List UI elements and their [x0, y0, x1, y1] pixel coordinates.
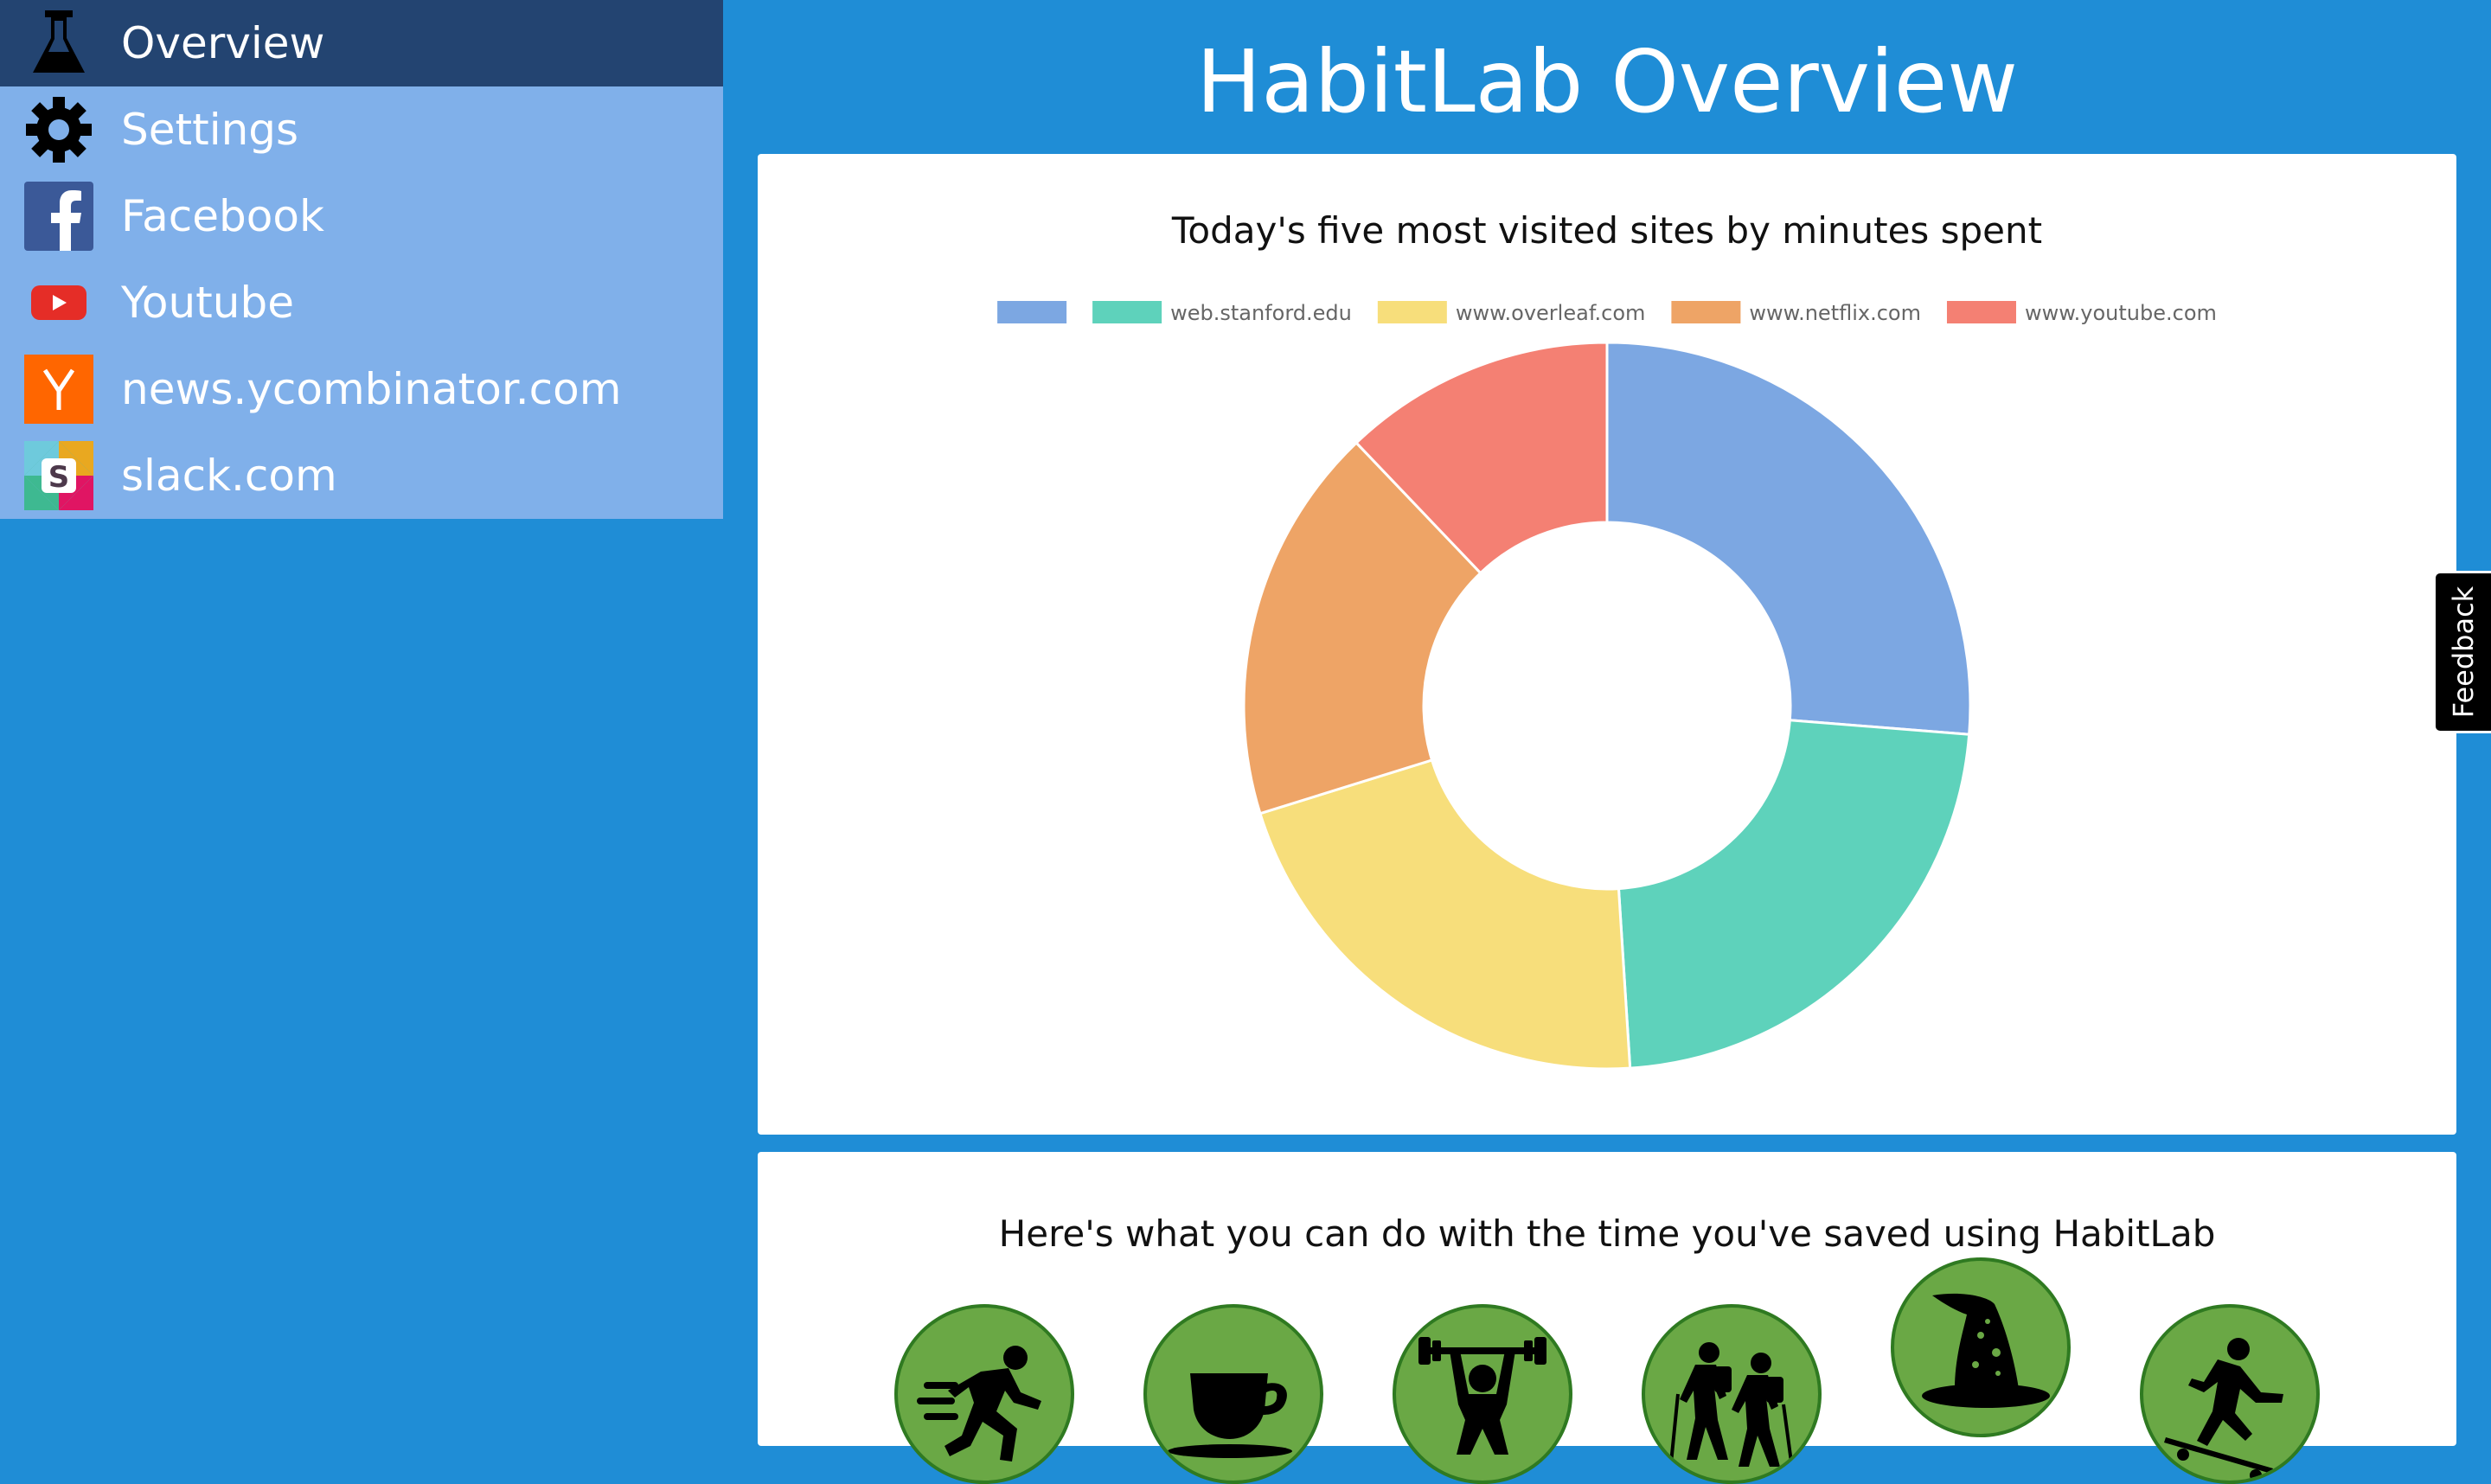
activity-magic[interactable]	[1891, 1257, 2071, 1437]
legend-label-3: www.netflix.com	[1749, 301, 1921, 325]
svg-text:S: S	[48, 460, 70, 495]
activity-running[interactable]	[894, 1304, 1074, 1484]
sidebar-item-settings[interactable]: Settings	[0, 86, 723, 173]
activities-title: Here's what you can do with the time you…	[998, 1212, 2216, 1255]
legend-swatch-0[interactable]	[997, 301, 1067, 323]
coffee-cup-icon	[1168, 1373, 1292, 1458]
sidebar-item-youtube[interactable]: Youtube	[0, 259, 723, 346]
sidebar-item-label: Overview	[121, 18, 325, 68]
doughnut-slice-0[interactable]	[1605, 341, 1972, 736]
sidebar-item-label: Facebook	[121, 191, 324, 241]
legend-swatch-2[interactable]	[1377, 301, 1447, 323]
page-title: HabitLab Overview	[1196, 31, 2018, 132]
activity-skateboarding[interactable]	[2140, 1304, 2320, 1484]
chart-card: web.stanford.edu www.overleaf.com www.netf…	[758, 154, 2456, 1135]
doughnut-chart: web.stanford.edu www.overleaf.com www.netf…	[997, 301, 2217, 1071]
sidebar-item-overview[interactable]: Overview	[0, 0, 723, 86]
activities-card: Here's what you can do with the time you…	[758, 1152, 2456, 1484]
running-person-icon	[917, 1346, 1041, 1462]
weightlifter-icon	[1418, 1337, 1546, 1455]
facebook-icon	[24, 182, 93, 251]
sidebar-item-label: Settings	[121, 105, 299, 155]
slack-icon: S	[24, 441, 93, 510]
activity-weightlifting[interactable]	[1393, 1304, 1572, 1484]
legend-swatch-1[interactable]	[1092, 301, 1162, 323]
activity-hiking[interactable]	[1642, 1304, 1822, 1484]
doughnut-slice-1[interactable]	[1617, 719, 1971, 1070]
doughnut-slice-2[interactable]	[1258, 758, 1632, 1071]
activity-coffee[interactable]	[1143, 1304, 1323, 1484]
hikers-icon	[1669, 1342, 1794, 1469]
legend-label-4: www.youtube.com	[2025, 301, 2217, 325]
ycombinator-icon	[24, 355, 93, 424]
skateboarder-icon	[2164, 1338, 2283, 1481]
legend-label-2: www.overleaf.com	[1456, 301, 1646, 325]
feedback-label: Feedback	[2447, 585, 2480, 719]
sidebar: Overview Settings Facebook Youtube news.…	[0, 0, 723, 519]
gear-icon	[26, 97, 92, 163]
wizard-hat-icon	[1922, 1293, 2050, 1408]
sidebar-item-label: slack.com	[121, 451, 337, 501]
sidebar-item-slack[interactable]: S slack.com	[0, 432, 723, 519]
sidebar-item-facebook[interactable]: Facebook	[0, 173, 723, 259]
youtube-icon	[31, 285, 86, 320]
sidebar-item-ycombinator[interactable]: news.ycombinator.com	[0, 346, 723, 432]
feedback-button[interactable]: Feedback	[2433, 571, 2491, 733]
legend-swatch-4[interactable]	[1946, 301, 2016, 323]
legend-swatch-3[interactable]	[1671, 301, 1741, 323]
sidebar-item-label: news.ycombinator.com	[121, 364, 622, 414]
sidebar-item-label: Youtube	[121, 278, 294, 328]
legend-label-1: web.stanford.edu	[1170, 301, 1352, 325]
flask-icon	[33, 10, 85, 73]
chart-title: Today's five most visited sites by minut…	[1171, 209, 2043, 252]
